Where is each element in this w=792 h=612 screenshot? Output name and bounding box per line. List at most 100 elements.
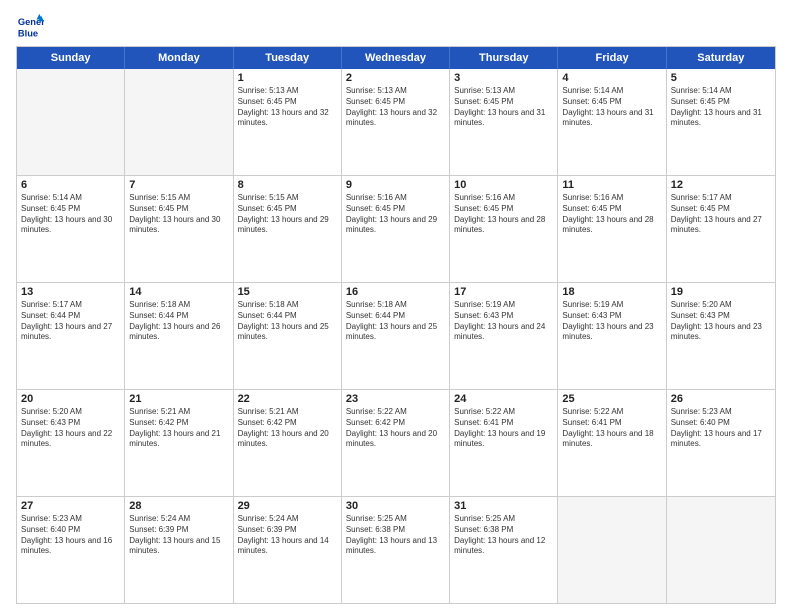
calendar-row-4: 27 Sunrise: 5:23 AM Sunset: 6:40 PM Dayli…	[17, 497, 775, 603]
day-info: Sunrise: 5:16 AM Sunset: 6:45 PM Dayligh…	[454, 193, 553, 236]
day-info: Sunrise: 5:14 AM Sunset: 6:45 PM Dayligh…	[671, 86, 771, 129]
day-number: 5	[671, 72, 771, 84]
calendar-day-24: 24Sunrise: 5:22 AM Sunset: 6:41 PM Dayli…	[450, 390, 558, 496]
day-info: Sunrise: 5:19 AM Sunset: 6:43 PM Dayligh…	[562, 300, 661, 343]
calendar-day-22: 22 Sunrise: 5:21 AM Sunset: 6:42 PM Dayli…	[234, 390, 342, 496]
day-number: 21	[129, 393, 228, 405]
day-number: 31	[454, 500, 553, 512]
calendar-day-30: 30 Sunrise: 5:25 AM Sunset: 6:38 PM Dayli…	[342, 497, 450, 603]
day-info: Sunrise: 5:15 AM Sunset: 6:45 PM Dayligh…	[129, 193, 228, 236]
day-info: Sunrise: 5:18 AM Sunset: 6:44 PM Dayligh…	[129, 300, 228, 343]
day-info: Sunrise: 5:13 AM Sunset: 6:45 PM Dayligh…	[238, 86, 337, 129]
day-number: 4	[562, 72, 661, 84]
calendar-day-9: 9 Sunrise: 5:16 AM Sunset: 6:45 PM Daylig…	[342, 176, 450, 282]
calendar-day-28: 28Sunrise: 5:24 AM Sunset: 6:39 PM Dayli…	[125, 497, 233, 603]
day-number: 1	[238, 72, 337, 84]
calendar-day-20: 20Sunrise: 5:20 AM Sunset: 6:43 PM Dayli…	[17, 390, 125, 496]
day-number: 10	[454, 179, 553, 191]
calendar-empty-cell	[558, 497, 666, 603]
day-number: 14	[129, 286, 228, 298]
day-number: 22	[238, 393, 337, 405]
calendar-day-8: 8 Sunrise: 5:15 AM Sunset: 6:45 PM Daylig…	[234, 176, 342, 282]
day-info: Sunrise: 5:22 AM Sunset: 6:42 PM Dayligh…	[346, 407, 445, 450]
day-number: 15	[238, 286, 337, 298]
day-info: Sunrise: 5:20 AM Sunset: 6:43 PM Dayligh…	[21, 407, 120, 450]
day-info: Sunrise: 5:23 AM Sunset: 6:40 PM Dayligh…	[21, 514, 120, 557]
day-number: 6	[21, 179, 120, 191]
calendar-empty-cell	[17, 69, 125, 175]
day-number: 16	[346, 286, 445, 298]
day-info: Sunrise: 5:15 AM Sunset: 6:45 PM Dayligh…	[238, 193, 337, 236]
day-number: 26	[671, 393, 771, 405]
day-info: Sunrise: 5:14 AM Sunset: 6:45 PM Dayligh…	[21, 193, 120, 236]
calendar-day-17: 17 Sunrise: 5:19 AM Sunset: 6:43 PM Dayli…	[450, 283, 558, 389]
day-number: 8	[238, 179, 337, 191]
calendar-day-25: 25 Sunrise: 5:22 AM Sunset: 6:41 PM Dayli…	[558, 390, 666, 496]
weekday-header-thursday: Thursday	[450, 47, 558, 69]
calendar-header: SundayMondayTuesdayWednesdayThursdayFrid…	[17, 47, 775, 69]
svg-text:Blue: Blue	[18, 28, 38, 38]
calendar-day-14: 14 Sunrise: 5:18 AM Sunset: 6:44 PM Dayli…	[125, 283, 233, 389]
day-info: Sunrise: 5:21 AM Sunset: 6:42 PM Dayligh…	[129, 407, 228, 450]
calendar-day-3: 3 Sunrise: 5:13 AM Sunset: 6:45 PM Daylig…	[450, 69, 558, 175]
day-number: 19	[671, 286, 771, 298]
day-number: 3	[454, 72, 553, 84]
calendar-day-6: 6 Sunrise: 5:14 AM Sunset: 6:45 PM Daylig…	[17, 176, 125, 282]
day-info: Sunrise: 5:16 AM Sunset: 6:45 PM Dayligh…	[346, 193, 445, 236]
calendar-day-2: 2 Sunrise: 5:13 AM Sunset: 6:45 PM Daylig…	[342, 69, 450, 175]
calendar-day-26: 26 Sunrise: 5:23 AM Sunset: 6:40 PM Dayli…	[667, 390, 775, 496]
day-number: 12	[671, 179, 771, 191]
day-info: Sunrise: 5:14 AM Sunset: 6:45 PM Dayligh…	[562, 86, 661, 129]
logo-icon: General Blue	[16, 12, 44, 40]
day-number: 23	[346, 393, 445, 405]
calendar-day-7: 7Sunrise: 5:15 AM Sunset: 6:45 PM Daylig…	[125, 176, 233, 282]
day-info: Sunrise: 5:17 AM Sunset: 6:45 PM Dayligh…	[671, 193, 771, 236]
calendar-day-4: 4 Sunrise: 5:14 AM Sunset: 6:45 PM Daylig…	[558, 69, 666, 175]
calendar-day-31: 31Sunrise: 5:25 AM Sunset: 6:38 PM Dayli…	[450, 497, 558, 603]
day-number: 27	[21, 500, 120, 512]
calendar-day-27: 27 Sunrise: 5:23 AM Sunset: 6:40 PM Dayli…	[17, 497, 125, 603]
day-number: 9	[346, 179, 445, 191]
calendar-day-19: 19 Sunrise: 5:20 AM Sunset: 6:43 PM Dayli…	[667, 283, 775, 389]
day-info: Sunrise: 5:18 AM Sunset: 6:44 PM Dayligh…	[238, 300, 337, 343]
day-number: 30	[346, 500, 445, 512]
calendar-day-5: 5 Sunrise: 5:14 AM Sunset: 6:45 PM Daylig…	[667, 69, 775, 175]
calendar-empty-cell	[125, 69, 233, 175]
day-info: Sunrise: 5:22 AM Sunset: 6:41 PM Dayligh…	[454, 407, 553, 450]
day-info: Sunrise: 5:13 AM Sunset: 6:45 PM Dayligh…	[346, 86, 445, 129]
calendar-day-15: 15 Sunrise: 5:18 AM Sunset: 6:44 PM Dayli…	[234, 283, 342, 389]
day-info: Sunrise: 5:19 AM Sunset: 6:43 PM Dayligh…	[454, 300, 553, 343]
calendar-row-0: 1 Sunrise: 5:13 AM Sunset: 6:45 PM Daylig…	[17, 69, 775, 176]
day-info: Sunrise: 5:13 AM Sunset: 6:45 PM Dayligh…	[454, 86, 553, 129]
calendar-day-12: 12 Sunrise: 5:17 AM Sunset: 6:45 PM Dayli…	[667, 176, 775, 282]
weekday-header-tuesday: Tuesday	[234, 47, 342, 69]
day-info: Sunrise: 5:21 AM Sunset: 6:42 PM Dayligh…	[238, 407, 337, 450]
calendar-row-1: 6 Sunrise: 5:14 AM Sunset: 6:45 PM Daylig…	[17, 176, 775, 283]
day-info: Sunrise: 5:20 AM Sunset: 6:43 PM Dayligh…	[671, 300, 771, 343]
logo: General Blue	[16, 12, 48, 40]
calendar-empty-cell	[667, 497, 775, 603]
weekday-header-saturday: Saturday	[667, 47, 775, 69]
day-number: 13	[21, 286, 120, 298]
day-number: 2	[346, 72, 445, 84]
day-info: Sunrise: 5:24 AM Sunset: 6:39 PM Dayligh…	[129, 514, 228, 557]
day-info: Sunrise: 5:18 AM Sunset: 6:44 PM Dayligh…	[346, 300, 445, 343]
day-number: 29	[238, 500, 337, 512]
day-info: Sunrise: 5:17 AM Sunset: 6:44 PM Dayligh…	[21, 300, 120, 343]
calendar-row-2: 13 Sunrise: 5:17 AM Sunset: 6:44 PM Dayli…	[17, 283, 775, 390]
calendar-day-16: 16 Sunrise: 5:18 AM Sunset: 6:44 PM Dayli…	[342, 283, 450, 389]
day-info: Sunrise: 5:25 AM Sunset: 6:38 PM Dayligh…	[346, 514, 445, 557]
day-info: Sunrise: 5:24 AM Sunset: 6:39 PM Dayligh…	[238, 514, 337, 557]
day-number: 18	[562, 286, 661, 298]
weekday-header-monday: Monday	[125, 47, 233, 69]
day-number: 17	[454, 286, 553, 298]
weekday-header-sunday: Sunday	[17, 47, 125, 69]
calendar-body: 1 Sunrise: 5:13 AM Sunset: 6:45 PM Daylig…	[17, 69, 775, 603]
day-number: 25	[562, 393, 661, 405]
day-info: Sunrise: 5:22 AM Sunset: 6:41 PM Dayligh…	[562, 407, 661, 450]
calendar-day-23: 23 Sunrise: 5:22 AM Sunset: 6:42 PM Dayli…	[342, 390, 450, 496]
page: General Blue SundayMondayTuesdayWednesda…	[0, 0, 792, 612]
calendar-day-29: 29 Sunrise: 5:24 AM Sunset: 6:39 PM Dayli…	[234, 497, 342, 603]
day-info: Sunrise: 5:23 AM Sunset: 6:40 PM Dayligh…	[671, 407, 771, 450]
calendar-day-21: 21 Sunrise: 5:21 AM Sunset: 6:42 PM Dayli…	[125, 390, 233, 496]
